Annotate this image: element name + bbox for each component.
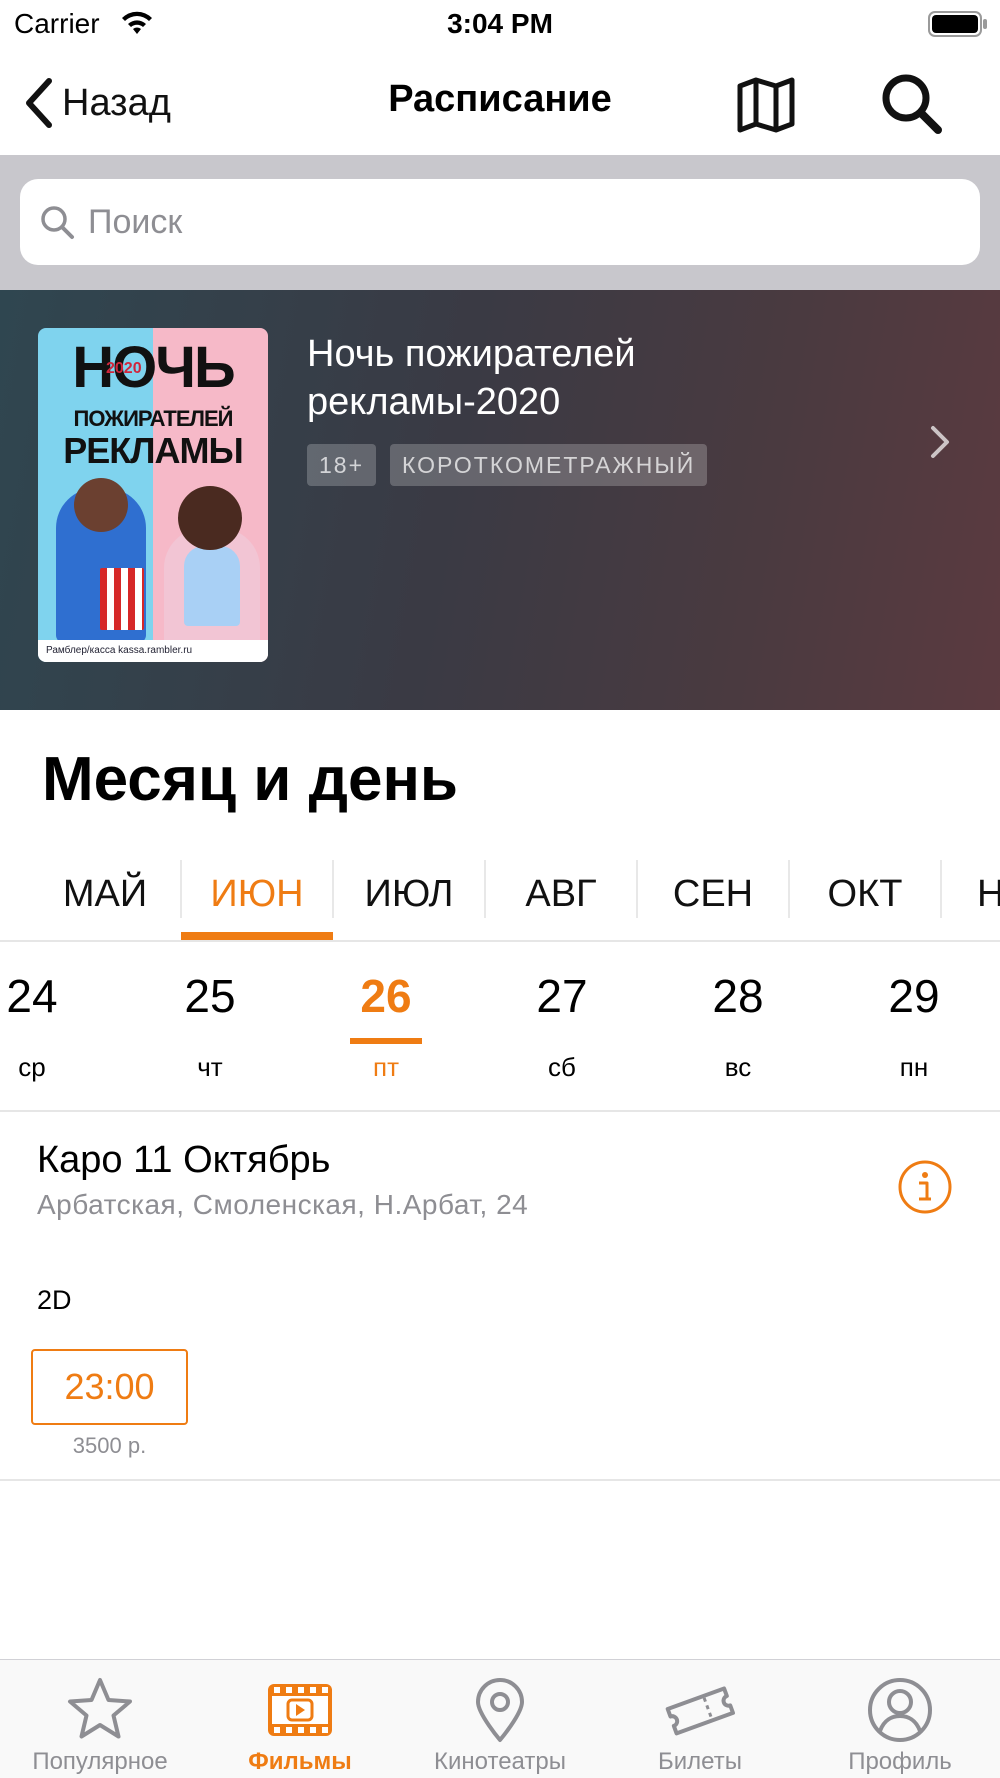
film-icon (268, 1684, 332, 1736)
search-bar-container (0, 155, 1000, 290)
month-tab[interactable]: СЕН (637, 848, 789, 940)
month-label: СЕН (672, 873, 754, 915)
poster-figure-head (178, 486, 242, 550)
month-label: ИЮЛ (364, 873, 454, 915)
location-pin-icon (476, 1678, 524, 1742)
month-label: АВГ (525, 873, 597, 915)
tab-label: Популярное (32, 1748, 168, 1775)
search-icon[interactable] (878, 70, 944, 136)
day-weekday: чт (197, 1052, 223, 1082)
age-rating-badge: 18+ (307, 444, 377, 486)
month-selected-indicator (181, 932, 333, 940)
month-selector: МАЙ ИЮН ИЮЛ АВГ СЕН ОКТ Н (0, 848, 1000, 942)
day-item[interactable]: 29 пн (854, 944, 974, 1083)
tab-label: Билеты (658, 1748, 742, 1775)
day-number: 25 (184, 970, 236, 1022)
day-item[interactable]: 28 вс (678, 944, 798, 1083)
cinema-address: Арбатская, Смоленская, Н.Арбат, 24 (37, 1189, 529, 1220)
month-label: Н (977, 873, 1000, 915)
section-title: Месяц и день (42, 745, 459, 814)
day-number: 24 (6, 970, 58, 1022)
movie-banner[interactable]: НОЧЬ 2020 ПОЖИРАТЕЛЕЙ РЕКЛАМЫ Рамблер/ка… (0, 290, 1000, 710)
day-weekday: ср (18, 1052, 46, 1082)
status-time: 3:04 PM (447, 8, 553, 39)
poster-popcorn (100, 568, 144, 630)
month-tab[interactable]: Н (941, 848, 1000, 940)
cinema-card: Каро 11 Октябрь Арбатская, Смоленская, Н… (0, 1113, 1000, 1481)
tab-bar: Популярное Фильмы Кинотеатры Билеты Проф… (0, 1659, 1000, 1778)
poster-footer: Рамблер/касса kassa.rambler.ru (38, 640, 268, 662)
tab-label: Профиль (848, 1748, 952, 1775)
search-field[interactable] (20, 179, 980, 265)
status-bar: Carrier 3:04 PM (0, 0, 1000, 50)
poster-figure-head (74, 478, 128, 532)
session-time-button[interactable]: 23:00 (31, 1349, 188, 1425)
month-tab[interactable]: ОКТ (789, 848, 941, 940)
tab-films[interactable]: Фильмы (200, 1660, 400, 1778)
tab-cinemas[interactable]: Кинотеатры (400, 1660, 600, 1778)
day-item[interactable]: 25 чт (150, 944, 270, 1083)
day-weekday: пн (899, 1052, 929, 1082)
profile-icon (868, 1678, 932, 1742)
poster-title-line1: НОЧЬ (72, 335, 235, 400)
month-tab[interactable]: ИЮН (181, 848, 333, 940)
day-item[interactable]: 27 сб (502, 944, 622, 1083)
day-weekday: сб (548, 1052, 576, 1082)
day-item[interactable]: 24 ср (0, 944, 92, 1083)
info-icon[interactable] (897, 1159, 953, 1215)
poster-title-line2: ПОЖИРАТЕЛЕЙ (73, 406, 234, 431)
battery-icon (928, 11, 987, 37)
day-item[interactable]: 26 пт (326, 944, 446, 1083)
poster-title-line3: РЕКЛАМЫ (63, 430, 244, 471)
tab-popular[interactable]: Популярное (0, 1660, 200, 1778)
page-title: Расписание (388, 78, 612, 120)
day-number: 26 (360, 970, 412, 1022)
month-tab[interactable]: АВГ (485, 848, 637, 940)
month-label: МАЙ (62, 873, 148, 915)
day-selector: 24 ср 25 чт 26 пт 27 сб 28 вс 29 пн (0, 944, 1000, 1112)
day-number: 29 (888, 970, 940, 1022)
day-selected-indicator (350, 1038, 422, 1044)
month-tab[interactable]: ИЮЛ (333, 848, 485, 940)
genre-badge: КОРОТКОМЕТРАЖНЫЙ (390, 444, 708, 486)
tab-profile[interactable]: Профиль (800, 1660, 1000, 1778)
tab-tickets[interactable]: Билеты (600, 1660, 800, 1778)
day-number: 28 (712, 970, 764, 1022)
search-glass-icon (41, 206, 74, 239)
day-weekday: пт (373, 1052, 399, 1082)
tab-label: Кинотеатры (434, 1748, 566, 1775)
ticket-icon (665, 1686, 735, 1736)
poster-figure-shirt (184, 546, 240, 626)
star-icon (68, 1678, 132, 1739)
tab-label: Фильмы (248, 1748, 352, 1775)
movie-poster: НОЧЬ 2020 ПОЖИРАТЕЛЕЙ РЕКЛАМЫ Рамблер/ка… (38, 328, 268, 662)
movie-tags: 18+ КОРОТКОМЕТРАЖНЫЙ (307, 444, 721, 486)
navigation-bar: Назад Расписание (0, 52, 1000, 154)
map-icon[interactable] (734, 72, 798, 136)
month-tab[interactable]: МАЙ (29, 848, 181, 940)
format-label: 2D (37, 1285, 72, 1315)
cinema-name: Каро 11 Октябрь (37, 1139, 331, 1181)
movie-title: Ночь пожирателей рекламы-2020 (307, 333, 636, 423)
day-weekday: вс (724, 1052, 752, 1082)
search-input[interactable] (88, 202, 888, 242)
chevron-right-icon (931, 426, 949, 458)
month-label: ОКТ (827, 873, 903, 915)
session-price: 3500 р. (72, 1433, 147, 1458)
day-number: 27 (536, 970, 588, 1022)
poster-year: 2020 (106, 360, 142, 377)
month-label: ИЮН (210, 873, 304, 915)
